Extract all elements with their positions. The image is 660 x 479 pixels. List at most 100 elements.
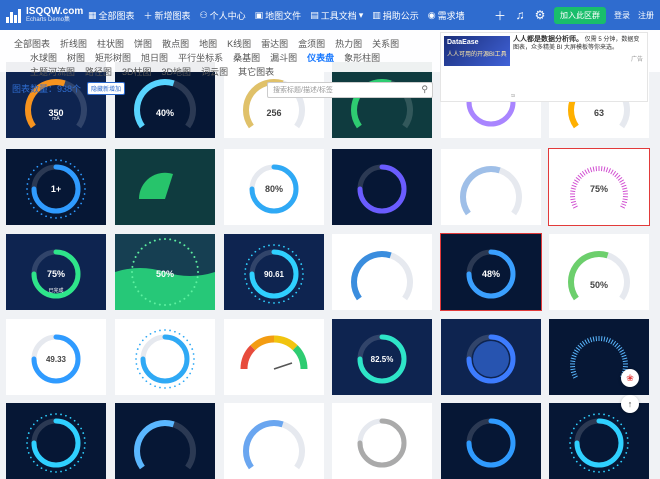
gauge-dot — [77, 169, 79, 171]
chart-card[interactable]: 75%已完成 — [6, 234, 106, 310]
ad-banner: DataEase 人人可用的开源BI工具 — [444, 36, 510, 66]
chart-card[interactable]: 75% — [549, 149, 649, 225]
gauge-dot — [627, 437, 629, 439]
chart-card[interactable] — [224, 403, 324, 479]
bell-icon[interactable]: ♫ — [514, 8, 526, 22]
nav-all-charts[interactable]: ▦全部图表 — [88, 9, 135, 22]
filter-item[interactable]: 柱状图 — [97, 37, 124, 50]
filter-item[interactable]: 树图 — [67, 51, 85, 64]
gauge-dot — [133, 281, 135, 283]
filter-item[interactable]: 饼图 — [134, 37, 152, 50]
filter-item[interactable]: 其它图表 — [238, 65, 274, 78]
nav-new-chart[interactable]: ＋新增图表 — [144, 9, 191, 22]
filter-item[interactable]: 象形柱图 — [344, 51, 380, 64]
gauge-dot — [27, 447, 29, 449]
gauge-dot — [27, 193, 29, 195]
gauge-tick — [606, 337, 608, 342]
chart-card[interactable]: 48% — [441, 234, 541, 310]
gauge-dot — [137, 368, 139, 370]
chart-card[interactable] — [115, 149, 215, 225]
gauge-tick — [571, 188, 576, 189]
filter-item[interactable]: 平行坐标系 — [178, 51, 223, 64]
gauge-dot — [45, 469, 47, 471]
chart-card[interactable]: 82.5% — [332, 319, 432, 395]
login-link[interactable]: 登录 — [614, 10, 630, 21]
register-link[interactable]: 注册 — [638, 10, 654, 21]
chart-card[interactable] — [115, 403, 215, 479]
chart-card[interactable] — [441, 319, 541, 395]
gauge-dot — [283, 246, 285, 248]
filter-item[interactable]: 矩形树图 — [95, 51, 131, 64]
filter-item[interactable]: 仪表盘 — [307, 51, 334, 64]
feedback-float-button[interactable]: ❀ — [621, 369, 639, 387]
gauge-dot — [273, 244, 275, 246]
filter-item[interactable]: 桑基图 — [233, 51, 260, 64]
filter-item[interactable]: 水球图 — [30, 51, 57, 64]
filter-item[interactable]: 雷达图 — [261, 37, 288, 50]
chart-card[interactable] — [549, 403, 649, 479]
filter-item[interactable]: 散点图 — [162, 37, 189, 50]
settings-icon[interactable]: ⚙ — [534, 8, 546, 22]
gauge-dot — [244, 273, 246, 275]
filter-item[interactable]: 全部图表 — [14, 37, 50, 50]
gauge-dot — [45, 415, 47, 417]
gauge-dot — [579, 464, 581, 466]
chart-card[interactable]: 50% — [549, 234, 649, 310]
chart-card[interactable]: 49.33 — [6, 319, 106, 395]
chart-card[interactable]: 90.61 — [224, 234, 324, 310]
hide-new-button[interactable]: 隐藏新增加 — [87, 82, 125, 95]
join-group-button[interactable]: 加入此区群 — [554, 7, 606, 24]
nav-requests[interactable]: ◉需求墙 — [428, 9, 465, 22]
ad-panel[interactable]: DataEase 人人可用的开源BI工具 人人都是数据分析师。 仅需 5 分钟，… — [440, 32, 648, 102]
nav-donation[interactable]: ▥捐助公示 — [372, 9, 419, 22]
filter-item[interactable]: 地图 — [199, 37, 217, 50]
filter-item[interactable]: 折线图 — [60, 37, 87, 50]
filter-item[interactable]: K线图 — [227, 37, 251, 50]
gauge-dot — [82, 178, 84, 180]
nav-tool-docs[interactable]: ▤工具文档▾ — [310, 9, 363, 22]
nav-user-center[interactable]: ⚇个人中心 — [200, 9, 246, 22]
gauge-dot — [164, 238, 166, 240]
gauge-dot — [27, 183, 29, 185]
search-icon[interactable]: ⚲ — [421, 84, 428, 95]
chart-card[interactable] — [6, 403, 106, 479]
filter-item[interactable]: 盒须图 — [298, 37, 325, 50]
chart-card[interactable] — [332, 403, 432, 479]
filter-item[interactable]: 3D地图 — [162, 65, 192, 78]
gauge-dot — [193, 256, 195, 258]
chart-card[interactable] — [441, 149, 541, 225]
chart-card[interactable] — [224, 319, 324, 395]
nav-label: 全部图表 — [99, 9, 135, 22]
chart-card[interactable] — [115, 319, 215, 395]
gauge-dot — [174, 302, 176, 304]
site-logo[interactable]: ISQQW.com Echarts Demo集 — [6, 7, 86, 24]
gauge-dot — [74, 464, 76, 466]
filter-item[interactable]: 关系图 — [372, 37, 399, 50]
chart-card[interactable]: 1+ — [6, 149, 106, 225]
filter-item[interactable]: 主题河流图 — [30, 65, 75, 78]
filter-item[interactable]: 热力图 — [335, 37, 362, 50]
chart-card[interactable]: 80% — [224, 149, 324, 225]
filter-item[interactable]: 漏斗图 — [270, 51, 297, 64]
gauge-dot — [571, 452, 573, 454]
filter-item[interactable]: 3D柱图 — [122, 65, 152, 78]
chart-card[interactable] — [332, 234, 432, 310]
chart-card[interactable] — [441, 403, 541, 479]
filter-item[interactable]: 旭日图 — [141, 51, 168, 64]
nav-map-files[interactable]: ▣地图文件 — [255, 9, 302, 22]
filter-item[interactable]: 路径图 — [85, 65, 112, 78]
gauge-dot — [55, 471, 57, 473]
filter-item[interactable]: 词云图 — [201, 65, 228, 78]
gauge-dot — [80, 203, 82, 205]
chart-card[interactable] — [332, 149, 432, 225]
gauge-dot — [28, 452, 30, 454]
gauge-needle — [274, 363, 292, 369]
search-input[interactable]: 搜索标题/描述/标签 ⚲ — [267, 82, 433, 98]
plus-icon[interactable]: ＋ — [494, 7, 506, 24]
back-to-top-button[interactable]: ↑ — [621, 395, 639, 413]
gauge-dot — [55, 217, 57, 219]
gauge-dot — [295, 254, 297, 256]
gauge-dot — [142, 377, 144, 379]
gauge-thumbnail — [224, 403, 324, 479]
chart-card[interactable]: 50% — [115, 234, 215, 310]
